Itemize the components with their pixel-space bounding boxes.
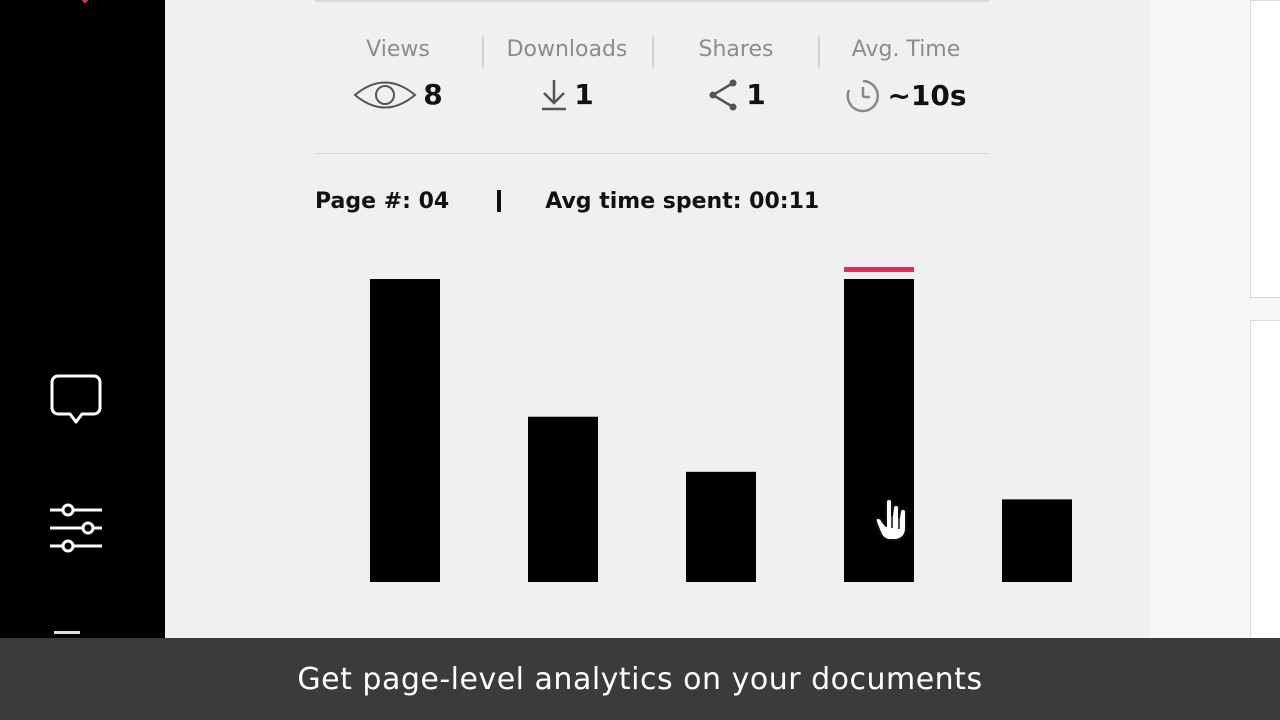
caption-bar: Get page-level analytics on your documen… — [0, 638, 1280, 720]
stat-divider — [818, 36, 820, 68]
sidebar — [0, 0, 165, 720]
selected-bar-indicator — [844, 267, 914, 273]
hand-cursor-icon — [874, 498, 907, 541]
stat-downloads: Downloads 1 — [492, 34, 642, 114]
clock-icon — [845, 78, 881, 114]
divider-line — [315, 153, 989, 154]
sidebar-item-fragment — [54, 631, 80, 634]
stat-label: Shares — [698, 37, 774, 62]
right-card — [1250, 0, 1280, 298]
avg-time-spent: Avg time spent: 00:11 — [545, 188, 820, 214]
chart-bar-5[interactable] — [1002, 499, 1072, 582]
chart-bar-1[interactable] — [370, 279, 440, 582]
caption-text: Get page-level analytics on your documen… — [297, 661, 983, 697]
sliders-icon[interactable] — [48, 500, 104, 556]
eye-icon — [353, 78, 417, 112]
stat-divider — [482, 36, 484, 68]
chart-bar-2[interactable] — [528, 416, 598, 582]
chart-bar-3[interactable] — [686, 471, 756, 582]
stat-label: Avg. Time — [851, 37, 961, 62]
stat-label: Views — [366, 37, 430, 62]
divider-line — [315, 0, 989, 2]
stat-value: ~10s — [887, 79, 967, 112]
stat-label: Downloads — [506, 37, 628, 62]
stat-divider — [652, 36, 654, 68]
stat-views: Views 8 — [348, 34, 448, 114]
page-number: Page #: 04 — [315, 188, 450, 214]
stat-avg-time: Avg. Time ~10s — [836, 34, 976, 114]
share-icon — [706, 78, 740, 112]
page-time-chart — [370, 267, 1072, 582]
right-card — [1250, 320, 1280, 650]
logo-icon — [81, 0, 89, 4]
stat-value: 1 — [574, 78, 594, 111]
page-info-separator — [497, 190, 502, 212]
comment-icon[interactable] — [48, 370, 104, 426]
download-icon — [540, 78, 568, 112]
page-info: Page #: 04 Avg time spent: 00:11 — [315, 184, 819, 218]
stat-value: 1 — [746, 78, 766, 111]
stat-shares: Shares 1 — [680, 34, 792, 114]
stat-value: 8 — [423, 78, 443, 111]
